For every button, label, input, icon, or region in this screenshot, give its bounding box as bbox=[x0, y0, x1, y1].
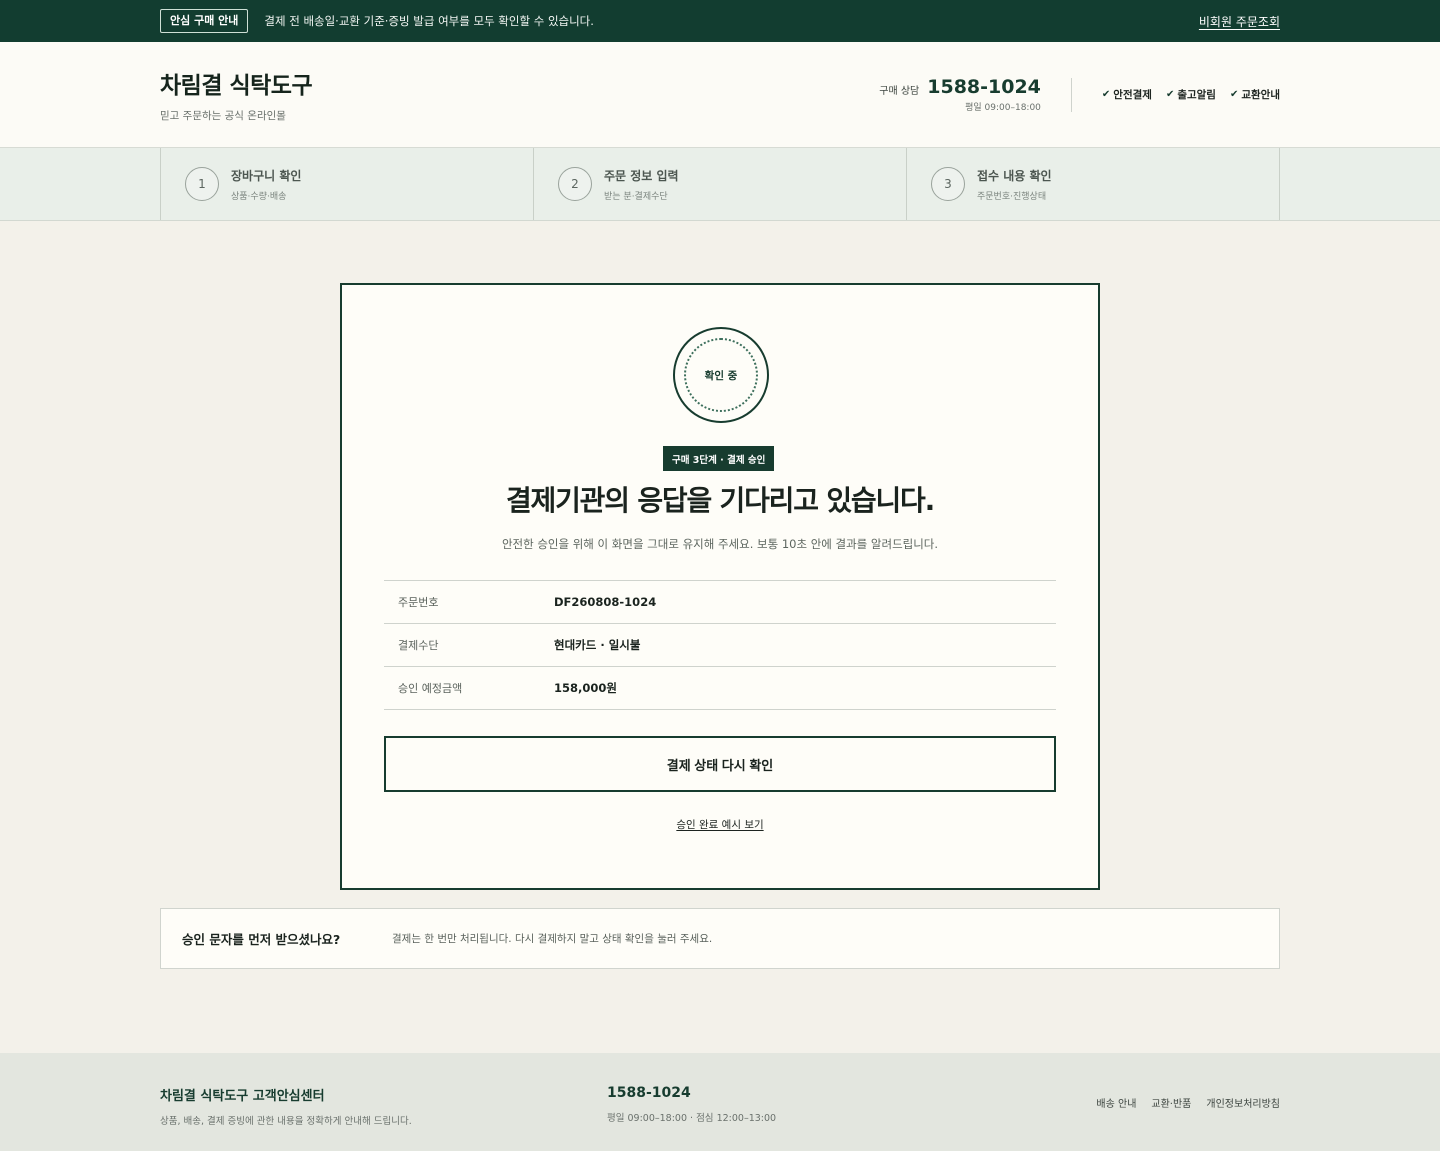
approval-example-link[interactable]: 승인 완료 예시 보기 bbox=[342, 817, 1098, 832]
step-number: 3 bbox=[931, 167, 965, 201]
sms-answer: 결제는 한 번만 처리됩니다. 다시 결제하지 말고 상태 확인을 눌러 주세요… bbox=[392, 933, 713, 945]
sms-question: 승인 문자를 먼저 받으셨나요? bbox=[182, 932, 341, 947]
approval-amount-value: 158,000원 bbox=[554, 681, 617, 695]
table-row: 주문번호 DF260808-1024 bbox=[384, 581, 1056, 624]
row-label: 결제수단 bbox=[398, 639, 439, 652]
safe-purchase-pill[interactable]: 안심 구매 안내 bbox=[160, 9, 249, 33]
contact-phone[interactable]: 1588-1024 bbox=[927, 76, 1041, 98]
checking-seal-icon: 확인 중 bbox=[673, 327, 769, 423]
payment-method-value: 현대카드 · 일시불 bbox=[554, 638, 641, 652]
contact-label: 구매 상담 bbox=[879, 86, 920, 97]
contact-hours: 평일 09:00–18:00 bbox=[965, 103, 1041, 113]
footer-links: 배송 안내 교환·반품 개인정보처리방침 bbox=[1096, 1053, 1280, 1110]
seal-text: 확인 중 bbox=[704, 369, 738, 382]
check-icon: ✔ bbox=[1165, 89, 1175, 100]
sms-notice-box: 승인 문자를 먼저 받으셨나요? 결제는 한 번만 처리됩니다. 다시 결제하지… bbox=[160, 908, 1280, 969]
footer-title: 차림결 식탁도구 고객안심센터 bbox=[160, 1089, 325, 1104]
step-number: 1 bbox=[185, 167, 219, 201]
row-label: 주문번호 bbox=[398, 596, 439, 609]
step-subtitle: 받는 분·결제수단 bbox=[604, 191, 668, 202]
order-info-table: 주문번호 DF260808-1024 결제수단 현대카드 · 일시불 승인 예정… bbox=[384, 580, 1056, 710]
row-label: 승인 예정금액 bbox=[398, 682, 463, 695]
badge-secure-payment: ✔ 안전결제 bbox=[1101, 89, 1152, 101]
step-title: 주문 정보 입력 bbox=[604, 168, 679, 183]
order-number-value: DF260808-1024 bbox=[554, 595, 657, 609]
badge-exchange-guide: ✔ 교환안내 bbox=[1229, 89, 1280, 101]
footer-link-privacy[interactable]: 개인정보처리방침 bbox=[1206, 1095, 1280, 1110]
check-icon: ✔ bbox=[1101, 89, 1111, 100]
footer-hours: 평일 09:00–18:00 · 점심 12:00–13:00 bbox=[607, 1113, 777, 1124]
top-notice-text: 결제 전 배송일·교환 기준·증빙 발급 여부를 모두 확인할 수 있습니다. bbox=[264, 14, 594, 28]
purchase-contact: 구매 상담 1588-1024 평일 09:00–18:00 bbox=[879, 76, 1041, 113]
payment-status-card: 확인 중 구매 3단계 · 결제 승인 결제기관의 응답을 기다리고 있습니다.… bbox=[340, 283, 1100, 890]
guest-order-lookup-link[interactable]: 비회원 주문조회 bbox=[1199, 13, 1280, 30]
table-row: 승인 예정금액 158,000원 bbox=[384, 667, 1056, 710]
recheck-payment-status-button[interactable]: 결제 상태 다시 확인 bbox=[384, 736, 1056, 792]
footer-description: 상품, 배송, 결제 증빙에 관한 내용을 정확하게 안내해 드립니다. bbox=[160, 1116, 412, 1127]
footer-link-exchange[interactable]: 교환·반품 bbox=[1151, 1095, 1191, 1110]
step-number: 2 bbox=[558, 167, 592, 201]
badge-shipping-alert: ✔ 출고알림 bbox=[1165, 89, 1216, 101]
header-divider bbox=[1070, 77, 1072, 112]
step-subtitle: 주문번호·진행상태 bbox=[977, 191, 1047, 202]
step-title: 접수 내용 확인 bbox=[977, 168, 1052, 183]
page-title: 결제기관의 응답을 기다리고 있습니다. bbox=[505, 484, 935, 517]
step-order-info: 2 주문 정보 입력 받는 분·결제수단 bbox=[533, 148, 906, 220]
step-cart: 1 장바구니 확인 상품·수량·배송 bbox=[160, 148, 533, 220]
page-subtitle: 안전한 승인을 위해 이 화면을 그대로 유지해 주세요. 보통 10초 안에 … bbox=[501, 537, 939, 551]
top-notice-bar: 안심 구매 안내 결제 전 배송일·교환 기준·증빙 발급 여부를 모두 확인할… bbox=[0, 0, 1440, 42]
check-icon: ✔ bbox=[1229, 89, 1239, 100]
checkout-steps: 1 장바구니 확인 상품·수량·배송 2 주문 정보 입력 받는 분·결제수단 … bbox=[0, 148, 1440, 221]
site-header: 차림결 식탁도구 믿고 주문하는 공식 온라인몰 구매 상담 1588-1024… bbox=[0, 42, 1440, 148]
brand[interactable]: 차림결 식탁도구 믿고 주문하는 공식 온라인몰 bbox=[160, 66, 313, 123]
footer-phone[interactable]: 1588-1024 bbox=[607, 1085, 776, 1101]
brand-name: 차림결 식탁도구 bbox=[160, 73, 313, 99]
trust-badges: ✔ 안전결제 ✔ 출고알림 ✔ 교환안내 bbox=[1102, 87, 1280, 102]
table-row: 결제수단 현대카드 · 일시불 bbox=[384, 624, 1056, 667]
footer-link-shipping[interactable]: 배송 안내 bbox=[1096, 1095, 1136, 1110]
site-footer: 차림결 식탁도구 고객안심센터 상품, 배송, 결제 증빙에 관한 내용을 정확… bbox=[0, 1053, 1440, 1151]
stage-badge: 구매 3단계 · 결제 승인 bbox=[663, 446, 775, 471]
step-subtitle: 상품·수량·배송 bbox=[231, 191, 287, 202]
step-confirmation: 3 접수 내용 확인 주문번호·진행상태 bbox=[906, 148, 1280, 220]
step-title: 장바구니 확인 bbox=[231, 168, 302, 183]
brand-tagline: 믿고 주문하는 공식 온라인몰 bbox=[160, 110, 286, 122]
